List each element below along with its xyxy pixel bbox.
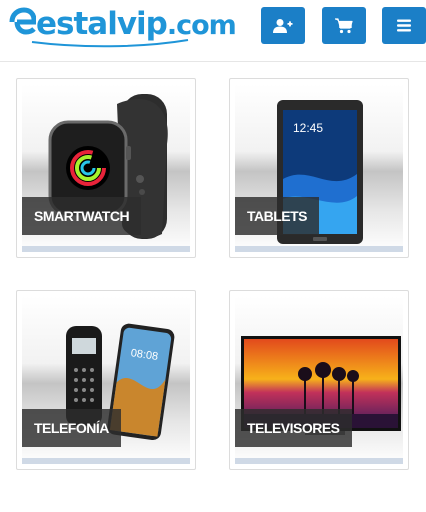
category-label: TABLETS xyxy=(235,197,320,235)
site-header: estalvip.com xyxy=(0,0,426,62)
category-card-telefonia[interactable]: 08:08 TELEFONÍA xyxy=(16,290,196,470)
logo-swoosh-icon xyxy=(31,39,189,48)
category-label: TELEVISORES xyxy=(235,409,352,447)
category-label: SMARTWATCH xyxy=(22,197,142,235)
add-user-button[interactable] xyxy=(261,7,305,44)
cart-icon xyxy=(335,17,353,33)
hamburger-menu-icon xyxy=(397,19,411,32)
cart-button[interactable] xyxy=(322,7,366,44)
logo-suffix: .com xyxy=(166,10,237,41)
category-card-smartwatch[interactable]: SMARTWATCH xyxy=(16,78,196,258)
logo-e-mark-icon xyxy=(9,7,36,35)
tablet-clock: 12:45 xyxy=(293,121,323,135)
category-label: TELEFONÍA xyxy=(22,409,121,447)
category-card-tablets[interactable]: 12:45 TABLETS xyxy=(229,78,409,258)
category-card-televisores[interactable]: TELEVISORES xyxy=(229,290,409,470)
logo-name: estalvip xyxy=(36,6,168,42)
user-plus-icon xyxy=(273,18,293,33)
menu-button[interactable] xyxy=(382,7,426,44)
